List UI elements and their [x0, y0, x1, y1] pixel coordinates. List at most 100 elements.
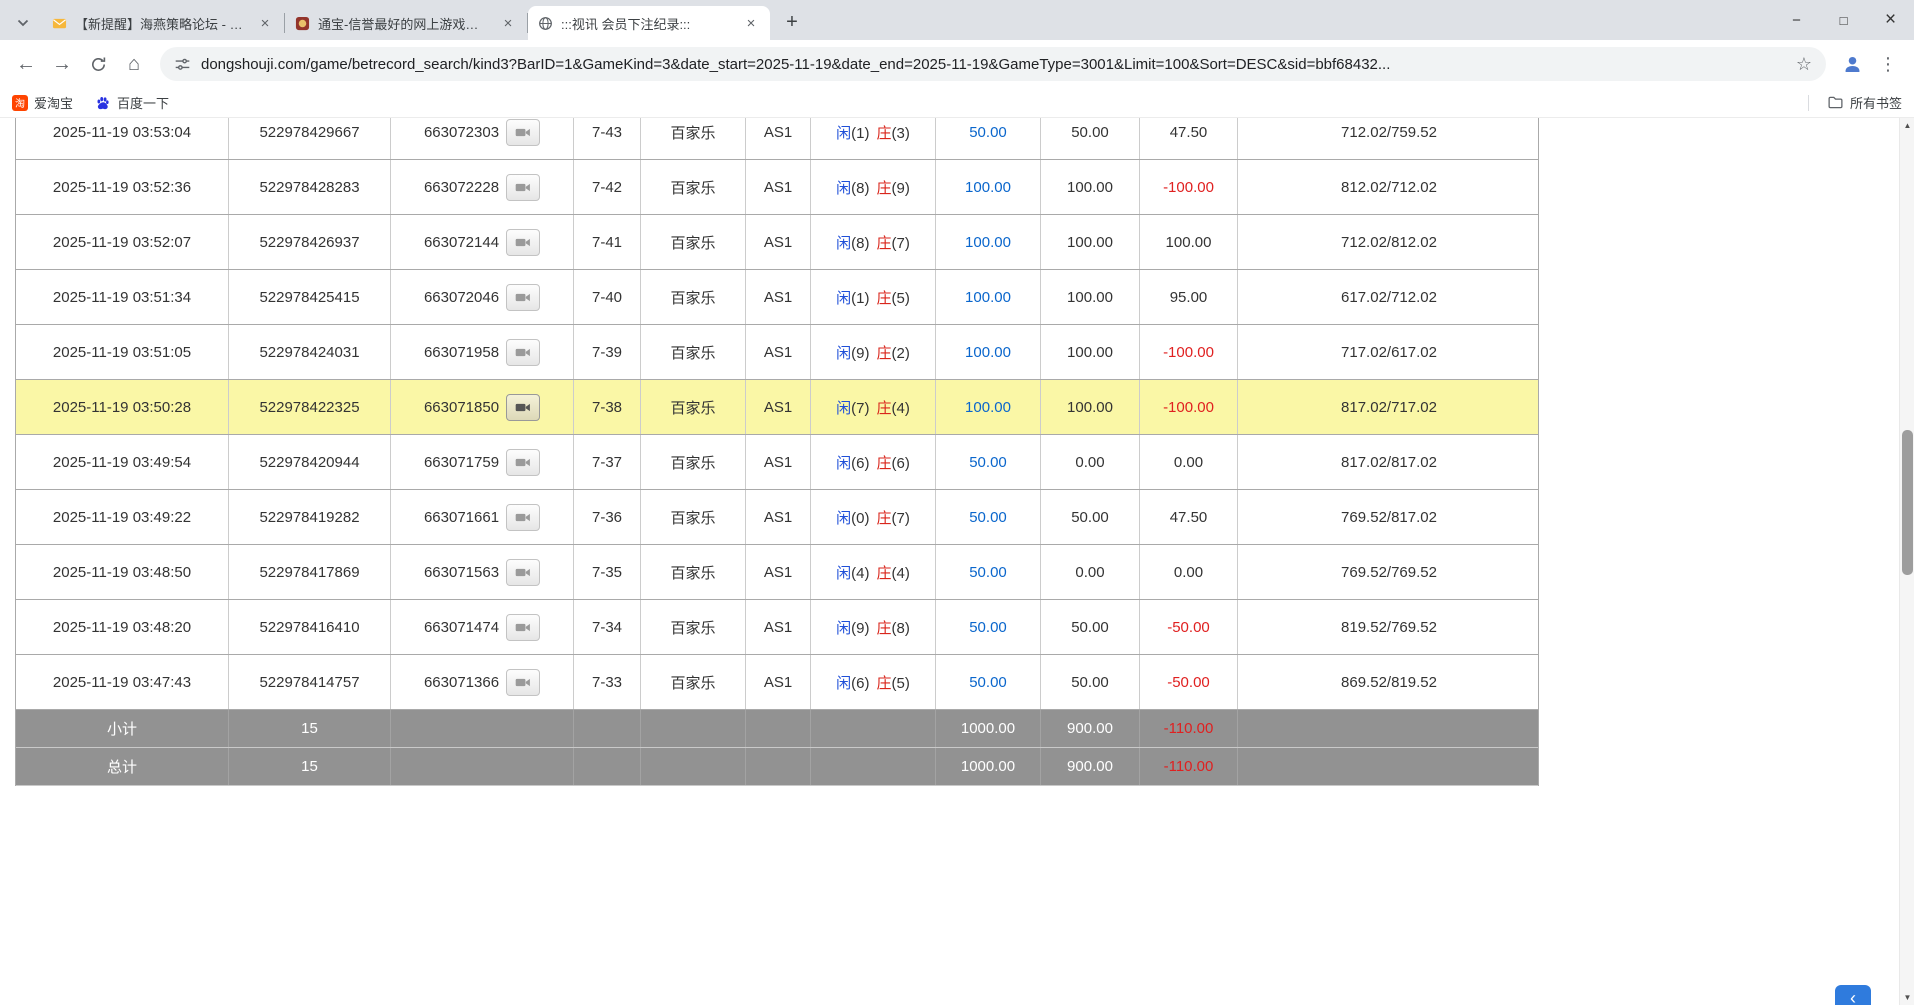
bookmark-baidu[interactable]: 百度一下 — [95, 93, 169, 112]
bet-time: 2025-11-19 03:48:50 — [16, 545, 229, 599]
tab-strip: 【新提醒】海燕策略论坛 - 综合... × 通宝-信誉最好的网上游戏平台 × :… — [0, 0, 1914, 40]
bet-record-table: 2025-11-19 03:53:04 522978429667 6630723… — [15, 118, 1539, 786]
all-bookmarks-label: 所有书签 — [1850, 93, 1902, 112]
video-replay-button[interactable] — [506, 614, 540, 641]
player-result: 闲(4) — [836, 562, 869, 583]
table-row[interactable]: 2025-11-19 03:48:50 522978417869 6630715… — [16, 545, 1538, 600]
scroll-up-arrow[interactable]: ▲ — [1900, 118, 1914, 133]
table-row[interactable]: 2025-11-19 03:52:07 522978426937 6630721… — [16, 215, 1538, 270]
bet-id: 522978417869 — [229, 545, 391, 599]
site-favicon-icon — [295, 16, 310, 31]
bookmarks-bar: 淘 爱淘宝 百度一下 所有书签 — [0, 88, 1914, 118]
window-close-button[interactable]: × — [1867, 0, 1914, 40]
profile-avatar[interactable] — [1834, 46, 1870, 82]
scrollbar-thumb[interactable] — [1902, 430, 1913, 575]
bookmark-star-icon[interactable]: ☆ — [1796, 54, 1812, 75]
player-result: 闲(0) — [836, 507, 869, 528]
window-maximize-button[interactable]: □ — [1820, 0, 1867, 40]
tab-list-dropdown-icon[interactable] — [8, 6, 38, 40]
banker-result: 庄(6) — [877, 452, 910, 473]
game-type: 百家乐 — [641, 118, 746, 159]
home-button[interactable]: ⌂ — [116, 46, 152, 82]
bet-time: 2025-11-19 03:51:34 — [16, 270, 229, 324]
bet-amount-link[interactable]: 100.00 — [936, 325, 1041, 379]
total-label: 总计 — [16, 748, 229, 785]
balance: 812.02/712.02 — [1238, 160, 1540, 214]
tab-close-icon[interactable]: × — [742, 14, 760, 32]
video-replay-button[interactable] — [506, 339, 540, 366]
scroll-down-arrow[interactable]: ▼ — [1900, 990, 1914, 1005]
table-row[interactable]: 2025-11-19 03:50:28 522978422325 6630718… — [16, 380, 1538, 435]
back-button[interactable]: ← — [8, 46, 44, 82]
window-minimize-button[interactable]: − — [1773, 0, 1820, 40]
bet-time: 2025-11-19 03:48:20 — [16, 600, 229, 654]
table-row[interactable]: 2025-11-19 03:51:05 522978424031 6630719… — [16, 325, 1538, 380]
bet-amount-link[interactable]: 50.00 — [936, 435, 1041, 489]
subtotal-row: 小计 15 1000.00 900.00 -110.00 — [16, 710, 1538, 748]
bet-amount-link[interactable]: 100.00 — [936, 215, 1041, 269]
bookmark-taobao[interactable]: 淘 爱淘宝 — [12, 93, 73, 112]
table-row[interactable]: 2025-11-19 03:52:36 522978428283 6630722… — [16, 160, 1538, 215]
round-number: 7-39 — [574, 325, 641, 379]
video-camera-icon — [514, 236, 532, 249]
video-replay-button[interactable] — [506, 229, 540, 256]
banker-result: 庄(5) — [877, 672, 910, 693]
table-row[interactable]: 2025-11-19 03:53:04 522978429667 6630723… — [16, 118, 1538, 160]
tab-title: :::视讯 会员下注纪录::: — [561, 14, 734, 33]
bet-id: 522978414757 — [229, 655, 391, 709]
bet-amount-link[interactable]: 50.00 — [936, 545, 1041, 599]
balance: 712.02/759.52 — [1238, 118, 1540, 159]
new-tab-button[interactable]: + — [778, 8, 806, 36]
win-loss-amount: 47.50 — [1140, 490, 1238, 544]
tab-tongbao-platform[interactable]: 通宝-信誉最好的网上游戏平台 × — [285, 6, 527, 40]
bet-amount-link[interactable]: 100.00 — [936, 160, 1041, 214]
empty-cell — [1238, 710, 1540, 747]
bet-amount-link[interactable]: 50.00 — [936, 490, 1041, 544]
table-row[interactable]: 2025-11-19 03:47:43 522978414757 6630713… — [16, 655, 1538, 710]
player-result: 闲(8) — [836, 177, 869, 198]
tab-close-icon[interactable]: × — [256, 14, 274, 32]
valid-amount: 100.00 — [1041, 270, 1140, 324]
globe-favicon-icon — [538, 16, 553, 31]
forward-button[interactable]: → — [44, 46, 80, 82]
all-bookmarks-button[interactable]: 所有书签 — [1808, 93, 1902, 112]
table-row[interactable]: 2025-11-19 03:49:54 522978420944 6630717… — [16, 435, 1538, 490]
video-replay-button[interactable] — [506, 504, 540, 531]
bet-amount-link[interactable]: 50.00 — [936, 118, 1041, 159]
video-replay-button[interactable] — [506, 449, 540, 476]
bet-amount-link[interactable]: 50.00 — [936, 600, 1041, 654]
table-code: AS1 — [746, 600, 811, 654]
tab-title: 通宝-信誉最好的网上游戏平台 — [318, 14, 491, 33]
game-id: 663071850 — [424, 399, 499, 416]
tab-haiyan-forum[interactable]: 【新提醒】海燕策略论坛 - 综合... × — [42, 6, 284, 40]
video-replay-button[interactable] — [506, 284, 540, 311]
video-replay-button[interactable] — [506, 669, 540, 696]
table-row[interactable]: 2025-11-19 03:51:34 522978425415 6630720… — [16, 270, 1538, 325]
table-row[interactable]: 2025-11-19 03:49:22 522978419282 6630716… — [16, 490, 1538, 545]
video-replay-button[interactable] — [506, 174, 540, 201]
valid-amount: 0.00 — [1041, 435, 1140, 489]
balance: 817.02/717.02 — [1238, 380, 1540, 434]
mail-favicon-icon — [52, 16, 67, 31]
video-replay-button[interactable] — [506, 119, 540, 146]
url-text[interactable]: dongshouji.com/game/betrecord_search/kin… — [201, 56, 1788, 73]
vertical-scrollbar[interactable]: ▲ ▼ — [1899, 118, 1914, 1005]
tab-bet-records-active[interactable]: :::视讯 会员下注纪录::: × — [528, 6, 770, 40]
game-id-cell: 663071563 — [391, 545, 574, 599]
reload-button[interactable] — [80, 46, 116, 82]
video-replay-button[interactable] — [506, 394, 540, 421]
table-row[interactable]: 2025-11-19 03:48:20 522978416410 6630714… — [16, 600, 1538, 655]
bet-amount-link[interactable]: 50.00 — [936, 655, 1041, 709]
floating-page-button[interactable]: ‹ — [1835, 985, 1871, 1005]
browser-menu-button[interactable]: ⋮ — [1870, 46, 1906, 82]
bet-amount-link[interactable]: 100.00 — [936, 270, 1041, 324]
bet-amount-link[interactable]: 100.00 — [936, 380, 1041, 434]
banker-result: 庄(9) — [877, 177, 910, 198]
banker-result: 庄(7) — [877, 232, 910, 253]
address-bar[interactable]: dongshouji.com/game/betrecord_search/kin… — [160, 47, 1826, 81]
person-icon — [1842, 54, 1863, 75]
video-replay-button[interactable] — [506, 559, 540, 586]
site-settings-tune-icon[interactable] — [174, 56, 191, 73]
tab-close-icon[interactable]: × — [499, 14, 517, 32]
bet-time: 2025-11-19 03:49:54 — [16, 435, 229, 489]
